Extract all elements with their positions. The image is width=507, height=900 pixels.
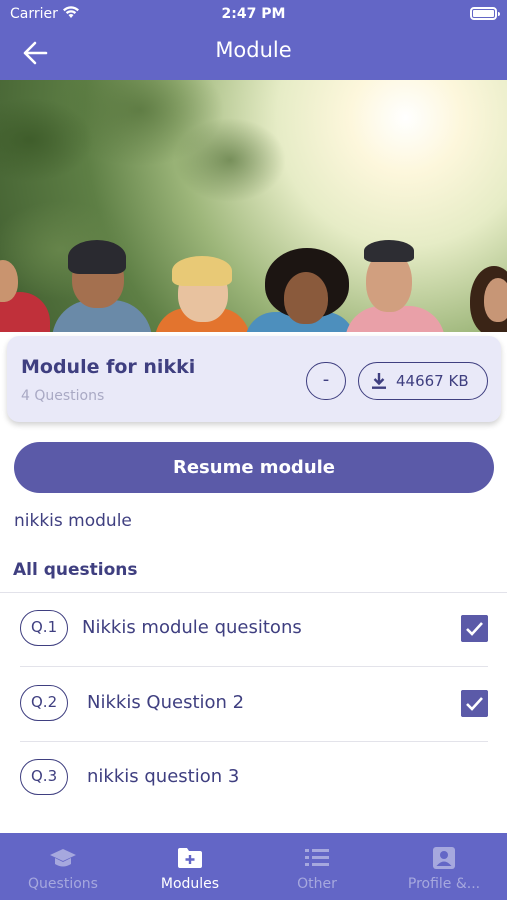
download-size-label: 44667 KB <box>396 372 469 390</box>
folder-plus-icon <box>178 848 202 868</box>
question-row[interactable]: Q.1 Nikkis module quesitons <box>0 593 507 667</box>
page-title: Module <box>215 38 292 62</box>
tab-label: Modules <box>160 876 220 892</box>
question-text: Nikkis Question 2 <box>87 692 245 713</box>
question-number-badge: Q.1 <box>20 610 69 646</box>
tab-questions[interactable]: Questions <box>0 833 126 900</box>
tab-label: Other <box>297 876 337 892</box>
tab-label: Profile &... <box>407 876 481 892</box>
battery-icon <box>470 7 500 20</box>
module-description: nikkis module <box>14 511 132 531</box>
checkbox-checked-icon[interactable] <box>461 615 488 642</box>
tab-label: Questions <box>28 876 98 892</box>
question-count: 4 Questions <box>21 388 105 404</box>
bottom-tab-bar: Questions Modules Other Profile &... <box>0 833 507 900</box>
question-text: nikkis question 3 <box>87 766 240 787</box>
question-row[interactable]: Q.3 nikkis question 3 <box>0 742 507 816</box>
profile-icon <box>433 847 455 869</box>
tab-other[interactable]: Other <box>254 833 380 900</box>
status-bar: Carrier 2:47 PM <box>0 0 507 28</box>
graduation-cap-icon <box>50 849 76 867</box>
list-icon <box>305 849 329 866</box>
clock: 2:47 PM <box>221 6 286 22</box>
row-divider <box>20 666 488 667</box>
question-row[interactable]: Q.2 Nikkis Question 2 <box>0 668 507 742</box>
top-bar: Carrier 2:47 PM Module <box>0 0 507 80</box>
module-cover-image <box>0 80 507 332</box>
tab-profile[interactable]: Profile &... <box>381 833 507 900</box>
download-size-button[interactable]: 44667 KB <box>358 362 488 400</box>
tab-modules[interactable]: Modules <box>127 833 253 900</box>
resume-module-button[interactable]: Resume module <box>14 442 494 493</box>
download-icon <box>372 373 386 389</box>
checkbox-checked-icon[interactable] <box>461 690 488 717</box>
question-number-badge: Q.3 <box>20 759 69 795</box>
section-title: All questions <box>13 560 138 580</box>
module-info-card: Module for nikki 4 Questions - 44667 KB <box>7 336 501 422</box>
remove-download-button[interactable]: - <box>306 362 346 400</box>
question-number-badge: Q.2 <box>20 685 69 721</box>
module-title: Module for nikki <box>21 356 196 378</box>
question-text: Nikkis module quesitons <box>82 617 302 638</box>
